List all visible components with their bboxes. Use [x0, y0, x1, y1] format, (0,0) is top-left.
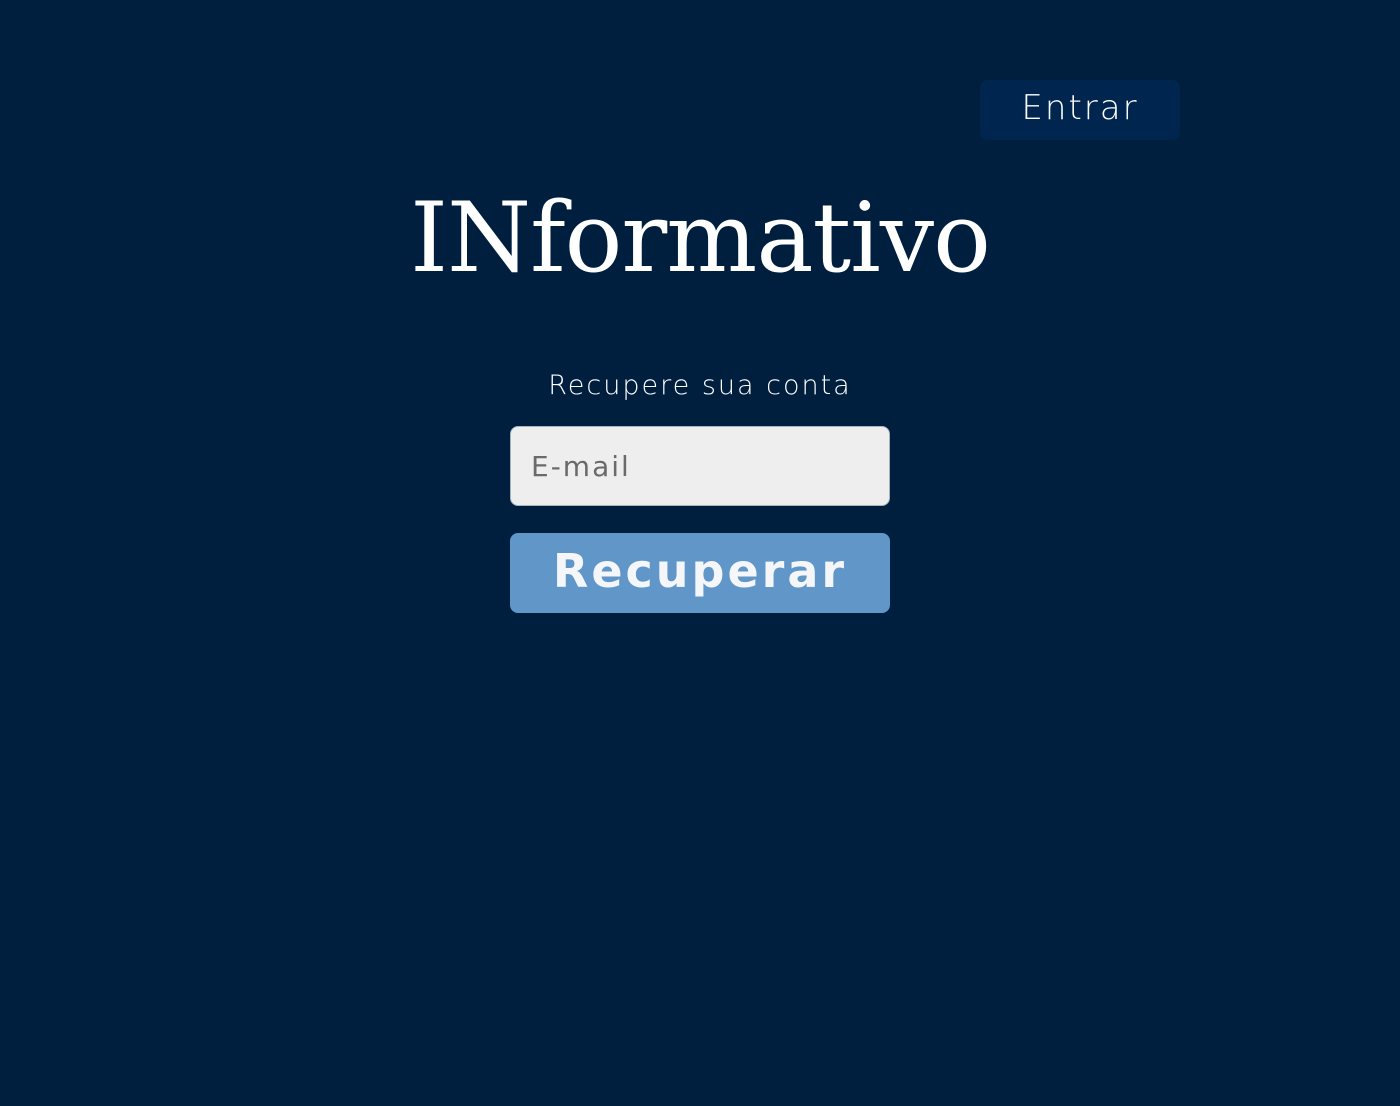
email-field[interactable] [510, 426, 890, 506]
recover-button[interactable]: Recuperar [510, 533, 890, 613]
login-button[interactable]: Entrar [980, 80, 1180, 140]
page: Entrar INformativo Recupere sua conta Re… [0, 0, 1400, 1106]
recovery-subtitle: Recupere sua conta [548, 370, 852, 401]
logo: INformativo [410, 182, 991, 294]
